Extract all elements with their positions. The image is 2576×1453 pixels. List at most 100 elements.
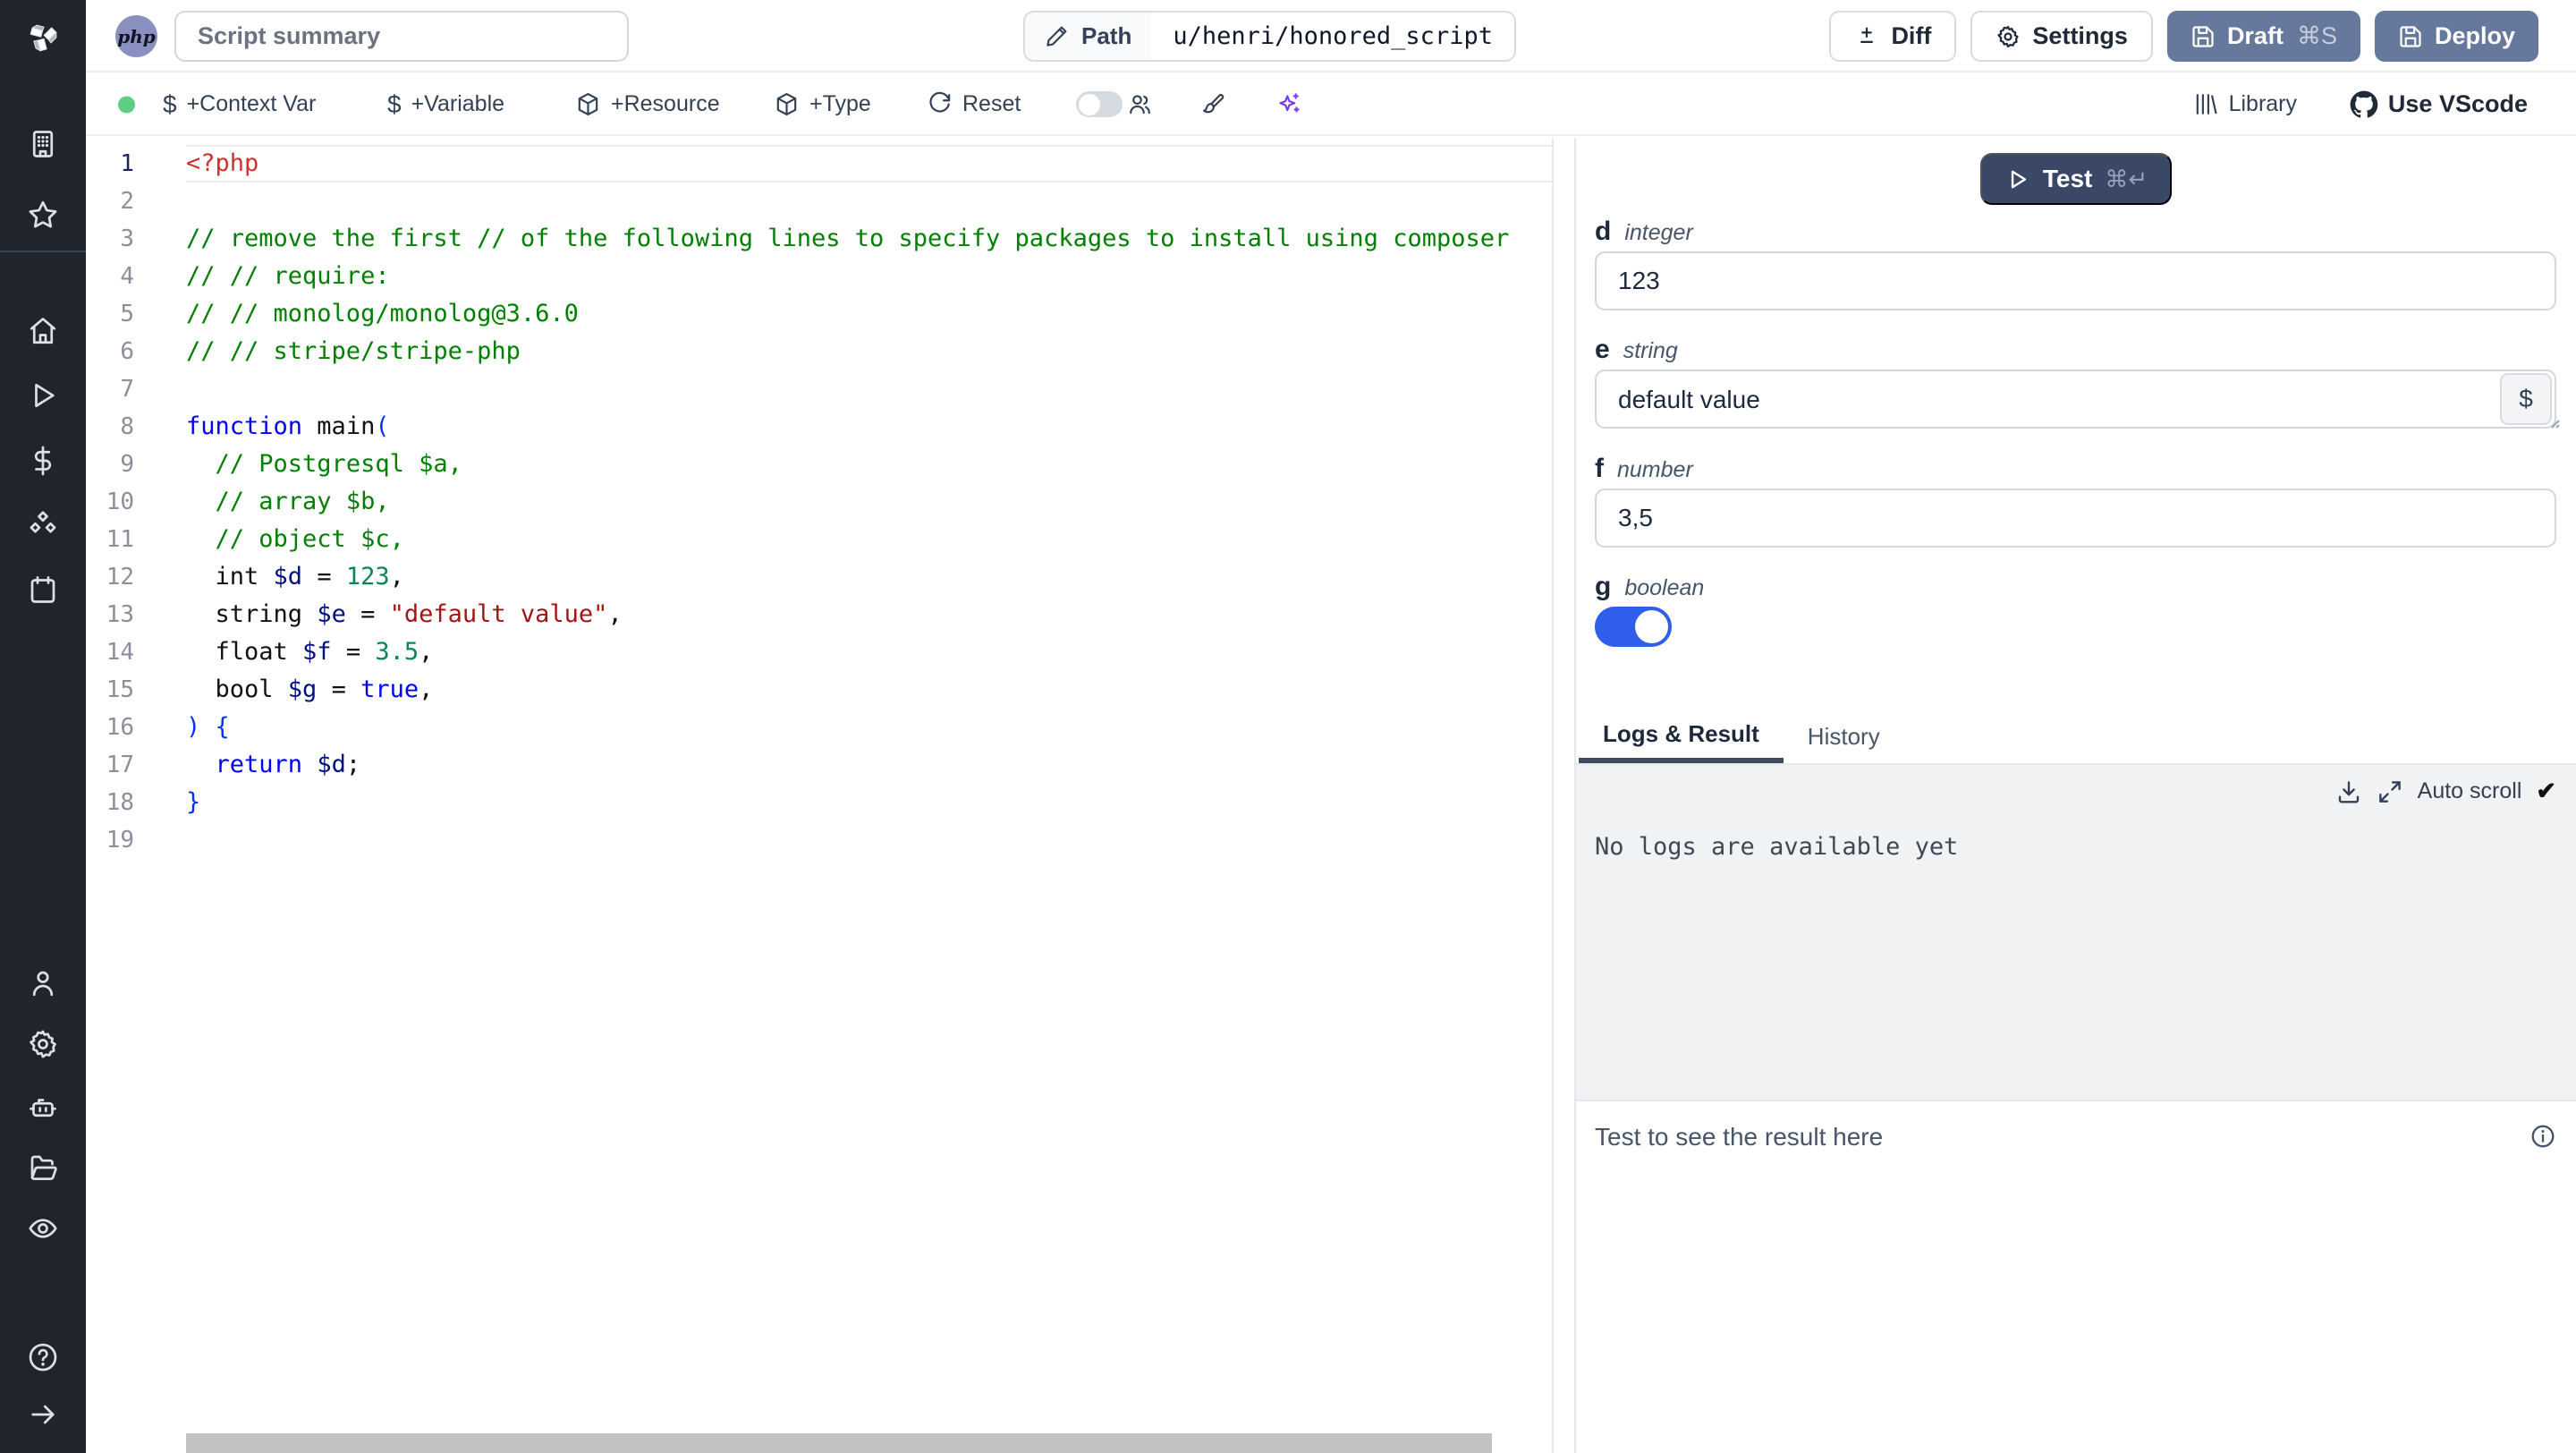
field-type: boolean xyxy=(1624,575,1705,600)
use-vscode-button[interactable]: Use VScode xyxy=(2350,74,2528,134)
line-number: 18 xyxy=(106,789,134,816)
path-chip[interactable]: Path u/henri/honored_script xyxy=(1023,11,1516,62)
user-icon[interactable] xyxy=(26,966,60,1000)
path-value[interactable]: u/henri/honored_script xyxy=(1151,13,1514,60)
code-line[interactable]: string $e = "default value", xyxy=(186,596,1552,633)
code-line[interactable]: // // monolog/monolog@3.6.0 xyxy=(186,295,1552,333)
deploy-button[interactable]: Deploy xyxy=(2374,11,2538,62)
ai-sparkles-icon[interactable] xyxy=(1275,74,1301,134)
expand-sidebar-arrow-icon[interactable] xyxy=(26,1398,60,1432)
audit-eye-icon[interactable] xyxy=(26,1211,60,1245)
diff-button-label: Diff xyxy=(1891,22,1932,49)
workspace-building-icon[interactable] xyxy=(26,127,60,161)
resources-cubes-icon[interactable] xyxy=(26,508,60,542)
field-input-f[interactable] xyxy=(1595,489,2556,548)
field-type: integer xyxy=(1624,220,1693,245)
line-number: 13 xyxy=(106,601,134,628)
horizontal-scrollbar[interactable] xyxy=(186,1433,1492,1453)
script-summary-input[interactable] xyxy=(174,11,629,62)
variables-dollar-icon[interactable] xyxy=(26,444,60,478)
code-line[interactable]: // remove the first // of the following … xyxy=(186,220,1552,258)
code-line[interactable]: } xyxy=(186,784,1552,821)
reset-button[interactable]: Reset xyxy=(927,74,1021,134)
add-type-label: +Type xyxy=(809,91,871,116)
settings-button-label: Settings xyxy=(2032,22,2128,49)
code-line[interactable]: ) { xyxy=(186,709,1552,746)
code-lines[interactable]: <?php // remove the first // of the follo… xyxy=(186,145,1552,859)
field-type: number xyxy=(1617,457,1693,482)
inputs-panel: Test ⌘↵ d integer e string default value… xyxy=(1576,138,2576,1453)
path-edit-section[interactable]: Path xyxy=(1025,13,1152,60)
line-number: 15 xyxy=(106,676,134,703)
resize-handle-icon[interactable] xyxy=(2544,412,2562,430)
folders-icon[interactable] xyxy=(26,1151,60,1185)
help-question-icon[interactable] xyxy=(26,1340,60,1374)
diff-button[interactable]: Diff xyxy=(1829,11,1957,62)
tab-history[interactable]: History xyxy=(1784,710,1904,763)
code-line[interactable]: // object $c, xyxy=(186,521,1552,558)
info-icon[interactable] xyxy=(2529,1123,2556,1150)
field-name: f xyxy=(1595,454,1604,483)
code-line[interactable]: <?php xyxy=(186,145,1552,183)
multiplayer-users-icon[interactable] xyxy=(1127,74,1153,134)
code-line[interactable]: // // require: xyxy=(186,258,1552,295)
code-line[interactable]: int $d = 123, xyxy=(186,558,1552,596)
runs-play-icon[interactable] xyxy=(26,378,60,412)
field-input-d[interactable] xyxy=(1595,251,2556,310)
library-button[interactable]: Library xyxy=(2193,74,2297,134)
home-icon[interactable] xyxy=(26,314,60,348)
draft-button[interactable]: Draft ⌘S xyxy=(2166,11,2360,62)
add-resource-label: +Resource xyxy=(611,91,720,116)
code-line[interactable]: // // stripe/stripe-php xyxy=(186,333,1552,370)
boolean-toggle-on[interactable] xyxy=(1595,607,1672,647)
expand-logs-icon[interactable] xyxy=(2377,778,2403,805)
workers-robot-icon[interactable] xyxy=(26,1090,60,1124)
windmill-logo-icon[interactable] xyxy=(18,13,68,63)
add-type-button[interactable]: +Type xyxy=(774,74,871,134)
download-logs-icon[interactable] xyxy=(2335,778,2362,805)
settings-gear-icon[interactable] xyxy=(26,1027,60,1061)
add-resource-button[interactable]: +Resource xyxy=(575,74,720,134)
add-variable-button[interactable]: $ +Variable xyxy=(387,74,504,134)
field-label-d: d integer xyxy=(1595,217,1693,247)
schedules-calendar-icon[interactable] xyxy=(26,573,60,607)
path-label: Path xyxy=(1081,22,1132,49)
code-line[interactable] xyxy=(186,370,1552,408)
field-label-g: g boolean xyxy=(1595,572,1704,602)
draft-shortcut: ⌘S xyxy=(2296,22,2337,49)
toggle-track[interactable] xyxy=(1076,91,1123,117)
line-number: 5 xyxy=(120,301,134,327)
line-number: 14 xyxy=(106,639,134,666)
line-number: 17 xyxy=(106,752,134,778)
code-line[interactable]: float $f = 3.5, xyxy=(186,633,1552,671)
dollar-icon: $ xyxy=(387,89,402,118)
code-line[interactable] xyxy=(186,183,1552,220)
diff-mode-toggle[interactable] xyxy=(1076,74,1123,134)
deploy-button-label: Deploy xyxy=(2434,22,2515,49)
code-line[interactable]: // array $b, xyxy=(186,483,1552,521)
line-number: 7 xyxy=(120,376,134,403)
logs-tabs: Logs & Result History xyxy=(1576,710,2576,765)
settings-button[interactable]: Settings xyxy=(1970,11,2153,62)
reset-icon xyxy=(927,91,953,117)
test-button[interactable]: Test ⌘↵ xyxy=(1980,153,2172,205)
code-editor[interactable]: 1 2 3 4 5 6 7 8 9 10 11 12 13 14 15 16 17 18 19 <?php// re… xyxy=(86,138,1554,1453)
line-number: 16 xyxy=(106,714,134,741)
result-placeholder-text: Test to see the result here xyxy=(1595,1123,1884,1151)
code-line[interactable]: bool $g = true, xyxy=(186,671,1552,709)
draft-button-label: Draft xyxy=(2226,22,2284,49)
code-line[interactable] xyxy=(186,821,1552,859)
field-input-e[interactable]: default value xyxy=(1595,370,2556,429)
code-line[interactable]: return $d; xyxy=(186,746,1552,784)
tab-logs-result[interactable]: Logs & Result xyxy=(1579,710,1784,763)
code-line[interactable]: // Postgresql $a, xyxy=(186,446,1552,483)
test-shortcut: ⌘↵ xyxy=(2105,165,2148,192)
add-context-var-button[interactable]: $ +Context Var xyxy=(163,74,316,134)
favorites-star-icon[interactable] xyxy=(26,198,60,232)
save-icon xyxy=(2398,24,2423,49)
auto-scroll-checkmark[interactable]: ✔ xyxy=(2536,777,2556,805)
code-line[interactable]: function main( xyxy=(186,408,1552,446)
library-icon xyxy=(2193,91,2219,117)
format-brush-icon[interactable] xyxy=(1199,74,1225,134)
line-number: 2 xyxy=(120,188,134,215)
